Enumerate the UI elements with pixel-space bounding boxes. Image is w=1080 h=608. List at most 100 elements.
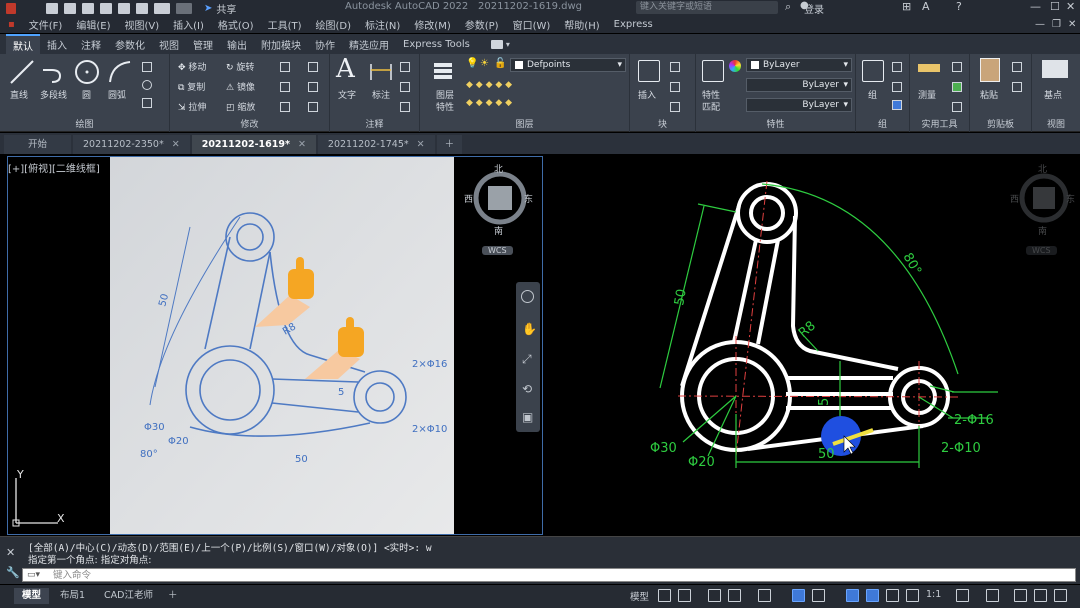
tab-default[interactable]: 默认 xyxy=(6,33,40,55)
isodraft-icon[interactable] xyxy=(758,589,771,602)
steering-wheel-icon[interactable] xyxy=(521,290,534,303)
close-icon[interactable]: ✕ xyxy=(172,139,180,150)
file-tab-20211202-1619[interactable]: 20211202-1619* ✕ xyxy=(191,135,316,154)
layer-tools-row1-icon[interactable]: ◆ ◆ ◆ ◆ ◆ xyxy=(466,80,512,90)
ribbon-toggle-icon[interactable] xyxy=(490,39,503,49)
rectangle-icon[interactable] xyxy=(142,62,152,72)
layer-lock-icon[interactable]: 🔓 xyxy=(494,58,506,69)
menu-view[interactable]: 视图(V) xyxy=(124,17,159,32)
close-icon[interactable]: ✕ xyxy=(298,139,306,150)
annotation-scale-icon[interactable] xyxy=(906,589,919,602)
create-block-icon[interactable] xyxy=(670,62,680,72)
offset-icon[interactable] xyxy=(308,102,318,112)
tab-output[interactable]: 输出 xyxy=(220,35,254,54)
new-tab-button[interactable]: ＋ xyxy=(436,135,463,154)
tab-express-tools[interactable]: Express Tools xyxy=(396,37,477,52)
clipboard-panel-label[interactable]: 剪贴板 xyxy=(970,117,1031,130)
viewport-controls-label[interactable]: [+][俯视][二维线框] xyxy=(8,160,100,175)
cart-icon[interactable]: ⊞ xyxy=(902,0,911,13)
save-icon[interactable] xyxy=(82,2,94,14)
color-dropdown[interactable]: ByLayer ▾ xyxy=(746,58,852,72)
lineweight-icon[interactable] xyxy=(846,589,859,602)
tab-model[interactable]: 模型 xyxy=(14,588,50,604)
polyline-button[interactable]: 多段线 xyxy=(40,88,67,101)
save-as-icon[interactable] xyxy=(100,2,112,14)
showmotion-icon[interactable]: ▣ xyxy=(522,410,533,424)
rotate-button[interactable]: ↻ 旋转 xyxy=(226,60,254,73)
pan-icon[interactable]: ✋ xyxy=(522,322,537,336)
file-tab-start[interactable]: 开始 xyxy=(4,135,72,154)
workspace-gear-icon[interactable] xyxy=(956,589,969,602)
right-viewport[interactable]: 50 80° R8 5 2-Φ16 2-Φ10 Φ30 Φ20 50 北 南 东… xyxy=(548,156,1080,535)
layer-on-icon[interactable]: 💡 xyxy=(466,58,478,69)
menu-insert[interactable]: 插入(I) xyxy=(173,17,204,32)
base-view-button[interactable]: 基点 xyxy=(1044,88,1062,101)
help-icon[interactable]: ? xyxy=(956,0,962,13)
maximize-icon[interactable]: ☐ xyxy=(1050,0,1060,13)
line-button[interactable]: 直线 xyxy=(10,88,28,101)
tab-addins[interactable]: 附加模块 xyxy=(254,35,308,54)
redo-icon[interactable] xyxy=(176,2,192,14)
tab-annotate[interactable]: 注释 xyxy=(74,35,108,54)
tab-view[interactable]: 视图 xyxy=(152,35,186,54)
erase-icon[interactable] xyxy=(308,62,318,72)
viewcube-north-right[interactable]: 北 xyxy=(1038,162,1047,175)
snap-icon[interactable] xyxy=(678,589,691,602)
copy-clip-icon[interactable] xyxy=(1012,62,1022,72)
autodesk-app-icon[interactable]: A xyxy=(922,0,930,13)
stretch-button[interactable]: ⇲ 拉伸 xyxy=(178,100,206,113)
layer-tools-row2-icon[interactable]: ◆ ◆ ◆ ◆ ◆ xyxy=(466,98,512,108)
color-wheel-icon[interactable] xyxy=(729,60,741,72)
grid-icon[interactable] xyxy=(658,589,671,602)
menu-dimension[interactable]: 标注(N) xyxy=(365,17,400,32)
annotation-panel-label[interactable]: 注释 xyxy=(330,117,419,130)
doc-restore-icon[interactable]: ❐ xyxy=(1052,19,1061,30)
menu-edit[interactable]: 编辑(E) xyxy=(76,17,110,32)
measure-button[interactable]: 测量 xyxy=(918,88,936,101)
id-point-icon[interactable] xyxy=(952,62,962,72)
model-space-button[interactable]: 模型 xyxy=(630,589,649,603)
ungroup-icon[interactable] xyxy=(892,62,902,72)
menu-draw[interactable]: 绘图(D) xyxy=(316,17,352,32)
undo-icon[interactable] xyxy=(154,2,170,14)
fillet-icon[interactable] xyxy=(280,82,290,92)
doc-minimize-icon[interactable]: — xyxy=(1035,19,1045,30)
viewcube-west-right[interactable]: 西 xyxy=(1010,192,1019,205)
copy-button[interactable]: ⧉ 复制 xyxy=(178,80,205,93)
clean-screen-icon[interactable] xyxy=(1054,589,1067,602)
auto-scale-icon[interactable] xyxy=(886,589,899,602)
menu-parametric[interactable]: 参数(P) xyxy=(465,17,499,32)
explode-icon[interactable] xyxy=(308,82,318,92)
linear-dim-icon[interactable] xyxy=(400,62,410,72)
dimension-button[interactable]: 标注 xyxy=(372,88,390,101)
add-layout-button[interactable]: ＋ xyxy=(160,588,186,604)
share-icon[interactable]: ➤ xyxy=(204,3,212,14)
minimize-icon[interactable]: — xyxy=(1030,0,1041,13)
quick-select-icon[interactable] xyxy=(952,82,962,92)
edit-block-icon[interactable] xyxy=(670,82,680,92)
tab-manage[interactable]: 管理 xyxy=(186,35,220,54)
calculator-icon[interactable] xyxy=(952,102,962,112)
ortho-icon[interactable] xyxy=(708,589,721,602)
login-link[interactable]: 登录 xyxy=(804,1,824,16)
command-close-icon[interactable]: ✕ xyxy=(6,546,15,559)
viewcube-south-right[interactable]: 南 xyxy=(1038,224,1047,237)
plus-icon[interactable] xyxy=(986,589,999,602)
isolate-objects-icon[interactable] xyxy=(1014,589,1027,602)
ellipse-icon[interactable] xyxy=(142,80,152,90)
search-input[interactable]: 键入关键字或短语 xyxy=(636,1,778,14)
plot-icon[interactable] xyxy=(136,2,148,14)
open-file-icon[interactable] xyxy=(64,2,76,14)
array-icon[interactable] xyxy=(280,102,290,112)
wcs-dropdown[interactable]: WCS xyxy=(482,246,513,255)
group-edit-icon[interactable] xyxy=(892,82,902,92)
menu-file[interactable]: 文件(F) xyxy=(29,17,63,32)
table-icon[interactable] xyxy=(400,102,410,112)
tab-layout-cad[interactable]: CAD江老师 xyxy=(96,588,161,604)
block-panel-label[interactable]: 块 xyxy=(630,117,695,130)
hatch-icon[interactable] xyxy=(142,98,152,108)
group-select-icon[interactable] xyxy=(892,100,902,110)
properties-panel-label[interactable]: 特性 xyxy=(696,117,855,130)
lineweight-dropdown[interactable]: ByLayer ▾ xyxy=(746,98,852,112)
new-file-icon[interactable] xyxy=(46,2,58,14)
